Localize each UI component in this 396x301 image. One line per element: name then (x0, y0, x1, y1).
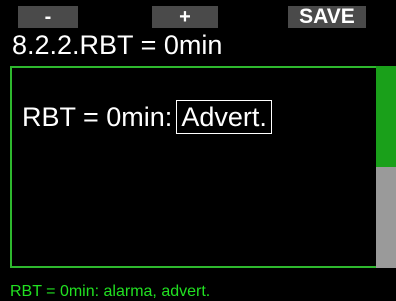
setting-value-selector[interactable]: Advert. (176, 100, 272, 134)
increase-button[interactable]: + (152, 6, 218, 28)
status-description: RBT = 0min: alarma, advert. (10, 283, 211, 300)
settings-panel (10, 66, 378, 268)
page-title: 8.2.2.RBT = 0min (12, 30, 223, 60)
save-button[interactable]: SAVE (288, 6, 366, 28)
decrease-button[interactable]: - (18, 6, 78, 28)
scrollbar[interactable] (376, 66, 396, 268)
scrollbar-thumb[interactable] (376, 66, 396, 167)
setting-label: RBT = 0min: (22, 102, 173, 132)
setting-row: RBT = 0min: Advert. (22, 100, 272, 134)
